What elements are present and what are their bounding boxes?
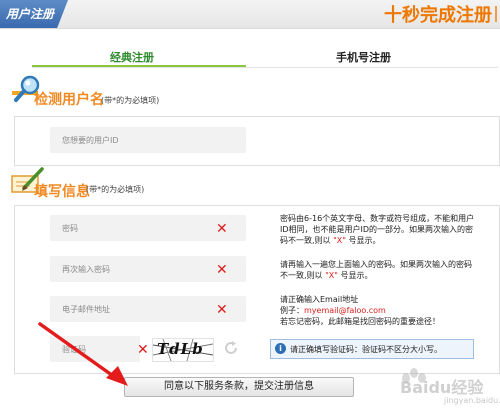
username-input[interactable]: 您想要的用户ID [50, 127, 246, 153]
x-symbol-text: "X" [325, 271, 338, 280]
hint-text: 号显示。 [345, 236, 381, 245]
tab-divider [32, 67, 498, 68]
error-x-icon: ✕ [216, 262, 228, 278]
email-example-text: myemail@faloo.com [304, 306, 386, 315]
required-note: (带*的为必填项) [86, 185, 145, 194]
email-hint: 请正确输入Email地址 例子：myemail@faloo.com 若忘记密码，… [280, 294, 490, 327]
hint-line: 若忘记密码，此邮箱是找回密码的重要途径！ [280, 317, 440, 326]
hint-text: 不一致,则以 [280, 271, 326, 280]
confirm-password-hint: 请再输入一遍您上面输入的密码。如果两次输入的密码 不一致,则以 "X" 号显示。 [280, 259, 490, 281]
username-placeholder: 您想要的用户ID [62, 136, 119, 145]
hint-line: 不一致,则以 "X" 号显示。 [280, 270, 490, 281]
tab-mobile-register[interactable]: 手机号注册 [336, 49, 391, 65]
hint-line: 请再输入一遍您上面输入的密码。如果两次输入的密码 [280, 260, 472, 269]
hint-text: 号显示。 [337, 271, 373, 280]
hint-text: 码不一致,则以 [280, 236, 334, 245]
watermark-text: Baidu经验 [400, 378, 484, 397]
password-placeholder: 密码 [62, 224, 78, 233]
confirm-password-placeholder: 再次输入密码 [62, 265, 110, 274]
refresh-icon[interactable] [223, 340, 239, 356]
hint-line: 请正确输入Email地址 [280, 295, 359, 304]
section-title-username: 检测用户名 [34, 92, 104, 108]
slogan-divider [495, 6, 497, 22]
info-icon: i [275, 343, 286, 354]
tab-classic-register[interactable]: 经典注册 [110, 49, 154, 65]
password-hint: 密码由6-16个英文字母、数字或符号组成，不能和用户 ID相同，也不能是用户ID… [280, 213, 490, 246]
error-x-icon: ✕ [216, 302, 228, 318]
captcha-text: TdLb [157, 340, 204, 358]
hint-line: 例子：myemail@faloo.com [280, 305, 490, 316]
captcha-info-text: 请正确填写验证码：验证码不区分大小写。 [290, 345, 442, 354]
error-x-icon: ✕ [137, 342, 149, 358]
header-title: 用户注册 [6, 7, 55, 21]
required-note: (带*的为必填项) [101, 96, 160, 105]
submit-button[interactable]: 同意以下服务条款，提交注册信息 [124, 377, 354, 397]
captcha-image[interactable]: TdLb [152, 338, 214, 362]
hint-line: 密码由6-16个英文字母、数字或符号组成，不能和用户 [280, 214, 475, 223]
red-arrow-annotation [38, 322, 128, 386]
hint-line: 码不一致,则以 "X" 号显示。 [280, 235, 490, 246]
x-symbol-text: "X" [333, 236, 346, 245]
section-title-info: 填写信息 [34, 184, 90, 200]
watermark-subtext: jingyan.baidu.com [444, 396, 500, 405]
header-slogan: 十秒完成注册 [384, 5, 492, 26]
hint-line: ID相同，也不能是用户ID的一部分。如果两次输入的密 [280, 225, 474, 234]
error-x-icon: ✕ [216, 221, 228, 237]
email-placeholder: 电子邮件地址 [62, 305, 110, 314]
hint-text: 例子： [280, 306, 304, 315]
